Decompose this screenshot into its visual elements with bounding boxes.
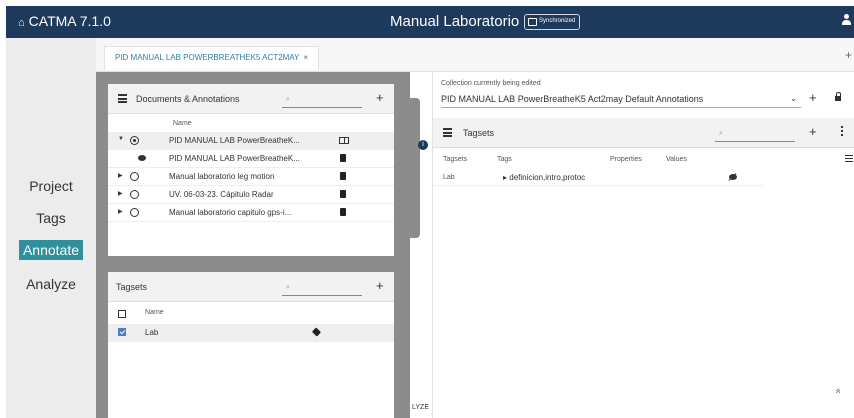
collection-select[interactable]: PID MANUAL LAB PowerBreatheK5 Act2may De… <box>441 94 801 108</box>
annotation-row[interactable]: PID MANUAL LAB PowerBreatheK... <box>108 150 394 168</box>
tab-label: PID MANUAL LAB POWERBREATHEK5 ACT2MAY <box>115 53 300 62</box>
tag-icon <box>311 327 322 337</box>
menu-icon[interactable] <box>118 94 127 103</box>
documents-panel: Documents & Annotations ⌕ + Name ▼ PID M… <box>108 84 394 256</box>
monitor-icon <box>528 18 537 26</box>
tagsets-title: Tagsets <box>116 282 148 292</box>
radio[interactable] <box>130 172 139 181</box>
select-all-checkbox[interactable] <box>118 310 126 318</box>
add-tag-icon[interactable]: + <box>809 124 817 139</box>
caret-right-icon[interactable]: ▶ <box>118 208 123 215</box>
col-tagsets: Tagsets <box>443 156 468 163</box>
document-name: Manual laboratorio leg motion <box>169 172 275 181</box>
more-options-icon[interactable] <box>841 126 843 138</box>
tagset-name: Lab <box>145 328 159 337</box>
tagset-cell: Lab <box>443 174 455 181</box>
sync-label: Synchronized <box>539 18 576 24</box>
menu-icon[interactable] <box>443 128 452 137</box>
tagsets-search-input[interactable]: ⌕ <box>282 280 362 296</box>
left-pane: Documents & Annotations ⌕ + Name ▼ PID M… <box>96 72 410 418</box>
col-name: Name <box>173 120 192 127</box>
document-icon <box>340 190 346 198</box>
tags-cell: ▸ definicion,intro,protoc <box>503 173 611 182</box>
tags-value: definicion,intro,protoc <box>509 173 586 182</box>
col-tags: Tags <box>497 156 512 163</box>
col-properties: Properties <box>610 156 642 163</box>
tagsets-right-header: Tagsets ⌕ + <box>433 118 854 148</box>
project-title: Manual Laboratorio <box>390 13 520 30</box>
col-name: Name <box>145 309 164 316</box>
nav-analyze[interactable]: Analyze <box>6 276 96 292</box>
book-icon <box>339 137 349 144</box>
caret-right-icon[interactable]: ▶ <box>118 190 123 197</box>
user-icon[interactable] <box>842 14 851 26</box>
top-bar: ⌂ CATMA 7.1.0 Manual Laboratorio Synchron… <box>6 6 854 38</box>
documents-header: Documents & Annotations ⌕ + <box>108 84 394 114</box>
right-pane: Collection currently being edited PID MA… <box>432 72 854 418</box>
radio[interactable] <box>130 208 139 217</box>
tag-row[interactable]: Lab ▸ definicion,intro,protoc <box>433 170 763 186</box>
document-row[interactable]: ▶ Manual laboratorio leg motion <box>108 168 394 186</box>
document-icon <box>340 154 346 162</box>
documents-title: Documents & Annotations <box>136 94 240 104</box>
tagsets-panel: Tagsets ⌕ + Name Lab <box>108 272 394 418</box>
document-icon <box>340 172 346 180</box>
nav-project[interactable]: Project <box>6 178 96 194</box>
sidebar: Project Tags Annotate Analyze <box>6 38 96 418</box>
nav-annotate[interactable]: Annotate <box>6 240 96 260</box>
document-icon <box>340 208 346 216</box>
info-icon[interactable]: i <box>418 140 428 150</box>
document-name: PID MANUAL LAB PowerBreatheK... <box>169 136 300 145</box>
resize-handle[interactable] <box>410 98 420 238</box>
radio[interactable] <box>130 190 139 199</box>
pane-divider[interactable]: i LYZE <box>410 72 432 418</box>
tagsets-right-search-input[interactable]: ⌕ <box>715 126 795 142</box>
radio-selected[interactable] <box>130 136 139 145</box>
close-icon[interactable]: × <box>303 53 308 62</box>
column-menu-icon[interactable] <box>845 155 853 162</box>
add-document-icon[interactable]: + <box>376 90 384 105</box>
nav-tags[interactable]: Tags <box>6 210 96 226</box>
add-collection-icon[interactable]: + <box>809 90 817 105</box>
tab-document[interactable]: PID MANUAL LAB POWERBREATHEK5 ACT2MAY × <box>104 46 320 70</box>
eye-icon[interactable] <box>138 155 146 161</box>
app-title-label: CATMA 7.1.0 <box>28 13 111 29</box>
caret-down-icon[interactable]: ▼ <box>118 136 124 142</box>
collection-value: PID MANUAL LAB PowerBreatheK5 Act2may De… <box>441 94 704 104</box>
collection-label: Collection currently being edited <box>441 80 541 87</box>
document-row[interactable]: ▶ UV. 06-03-23. Cápitulo Radar <box>108 186 394 204</box>
tagsets-header: Tagsets ⌕ + <box>108 272 394 302</box>
add-tagset-icon[interactable]: + <box>376 278 384 293</box>
document-name: UV. 06-03-23. Cápitulo Radar <box>169 190 274 199</box>
caret-right-icon[interactable]: ▶ <box>118 172 123 179</box>
chevron-down-icon: ⌄ <box>790 94 797 103</box>
documents-search-input[interactable]: ⌕ <box>282 92 362 108</box>
eye-off-icon[interactable] <box>729 174 737 180</box>
add-tab-icon[interactable]: + <box>845 48 852 62</box>
document-row[interactable]: ▶ Manual laboratorio capitulo gps-i... <box>108 204 394 222</box>
home-icon: ⌂ <box>18 17 25 29</box>
document-name: Manual laboratorio capitulo gps-i... <box>169 208 292 217</box>
collapse-icon[interactable]: » <box>833 388 843 393</box>
document-row[interactable]: ▼ PID MANUAL LAB PowerBreatheK... <box>108 132 394 150</box>
tagsets-right-title: Tagsets <box>463 128 495 138</box>
tagset-row[interactable]: Lab <box>108 324 394 342</box>
lock-icon[interactable] <box>835 92 841 101</box>
work-area: PID MANUAL LAB POWERBREATHEK5 ACT2MAY × +… <box>96 38 854 418</box>
sync-badge: Synchronized <box>524 14 581 30</box>
annotation-name: PID MANUAL LAB PowerBreatheK... <box>169 154 300 163</box>
app-title[interactable]: ⌂ CATMA 7.1.0 <box>18 13 111 29</box>
tagset-checkbox[interactable] <box>118 328 126 336</box>
tab-bar: PID MANUAL LAB POWERBREATHEK5 ACT2MAY × + <box>96 38 854 72</box>
col-values: Values <box>666 156 687 163</box>
analyze-tab-label[interactable]: LYZE <box>412 404 429 411</box>
